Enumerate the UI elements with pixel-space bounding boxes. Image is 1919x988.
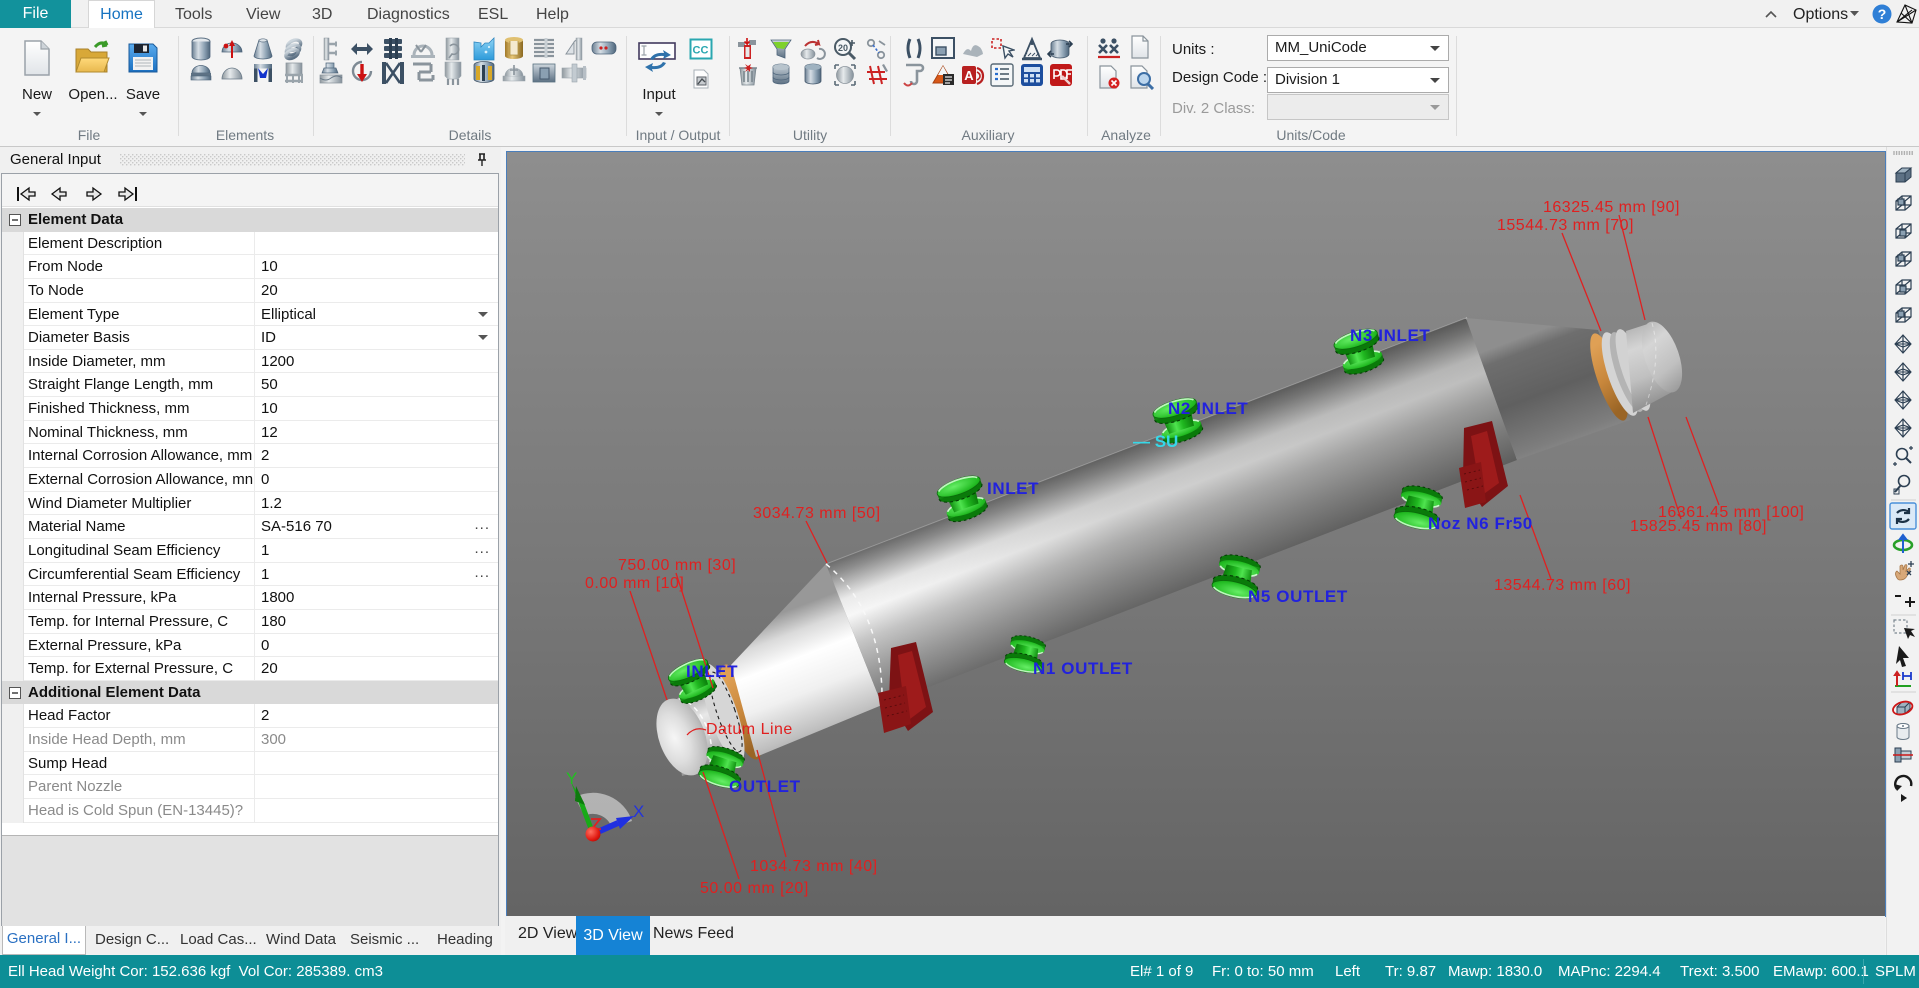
svg-text:20: 20 (838, 43, 848, 53)
svg-text:N2 INLET: N2 INLET (1168, 399, 1248, 418)
svg-text:X: X (633, 802, 644, 821)
svg-text:A: A (964, 68, 974, 83)
svg-text:N5 OUTLET: N5 OUTLET (1248, 587, 1348, 606)
svg-text:13544.73 mm [60]: 13544.73 mm [60] (1494, 577, 1631, 594)
svg-text:750.00 mm [30]: 750.00 mm [30] (618, 557, 736, 574)
svg-text:CC: CC (693, 45, 709, 57)
svg-text:3034.73 mm [50]: 3034.73 mm [50] (753, 505, 881, 522)
svg-text:0.00 mm [10]: 0.00 mm [10] (585, 575, 684, 592)
svg-text:INLET: INLET (686, 662, 738, 681)
svg-text:OUTLET: OUTLET (729, 777, 801, 796)
svg-text:— SU: — SU (1133, 432, 1178, 451)
svg-text:1034.73 mm [40]: 1034.73 mm [40] (750, 858, 878, 875)
svg-text:16361.45 mm [100]: 16361.45 mm [100] (1658, 504, 1804, 521)
svg-text:50.00 mm [20]: 50.00 mm [20] (700, 880, 809, 897)
svg-text:Y: Y (566, 769, 577, 788)
svg-text:N1 OUTLET: N1 OUTLET (1033, 659, 1133, 678)
svg-text:N3 INLET: N3 INLET (1350, 326, 1430, 345)
svg-text:Datum Line: Datum Line (706, 721, 793, 738)
svg-text:15544.73 mm [70]: 15544.73 mm [70] (1497, 217, 1634, 234)
svg-text:Noz N6 Fr50: Noz N6 Fr50 (1428, 514, 1533, 533)
svg-text:INLET: INLET (987, 479, 1039, 498)
svg-text:16325.45 mm [90]: 16325.45 mm [90] (1543, 199, 1680, 216)
